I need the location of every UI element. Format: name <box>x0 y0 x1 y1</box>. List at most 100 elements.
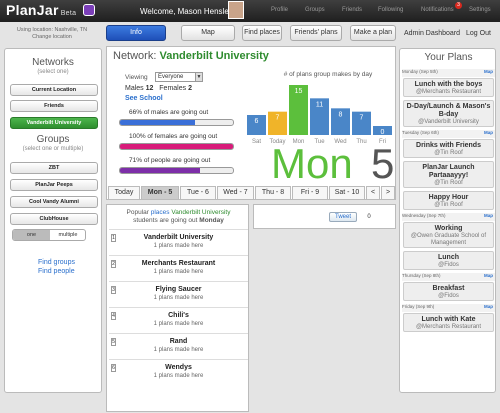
plans-list: Monday (Sep 5th) Map Lunch with the boys @M… <box>400 69 497 391</box>
your-plans-panel: Your Plans Monday (Sep 5th) Map Lunch with… <box>399 48 496 393</box>
tab-thu[interactable]: Thu - 8 <box>255 186 291 200</box>
list-item[interactable]: 3 Flying Saucer 1 plans made here <box>109 281 248 305</box>
chart-value-thu: 7 <box>360 115 364 122</box>
plan-day-map-link[interactable]: Map <box>484 304 493 309</box>
stat-males-bar <box>119 119 234 126</box>
network-friends[interactable]: Friends <box>10 100 98 112</box>
nav-profile[interactable]: Profile <box>271 7 288 13</box>
plan-day-map-link[interactable]: Map <box>484 273 493 278</box>
tab-fri[interactable]: Fri - 9 <box>292 186 328 200</box>
toggle-multiple-option[interactable]: multiple <box>50 230 85 240</box>
group-select-toggle[interactable]: one multiple <box>12 229 86 241</box>
plan-day-map-link[interactable]: Map <box>484 213 493 218</box>
plan-day-date: Wednesday (Sep 7th) <box>402 213 446 218</box>
tab-mon[interactable]: Mon - 5 <box>141 186 179 200</box>
group-cool-vandy-alumni[interactable]: Cool Vandy Alumni <box>10 196 98 208</box>
group-zbt[interactable]: ZBT <box>10 162 98 174</box>
plan-location: @Tin Roof <box>434 180 463 186</box>
plan-card[interactable]: D-Day/Launch & Mason's B-day @Vanderbilt … <box>403 100 494 127</box>
viewing-label: Viewing <box>125 74 148 81</box>
networks-title: Networks <box>32 57 74 68</box>
stat-people-bar <box>119 167 234 174</box>
places-link[interactable]: places <box>151 209 170 216</box>
plan-card[interactable]: Working @Owen Graduate School of Manageme… <box>403 222 494 248</box>
plan-day-map-link[interactable]: Map <box>484 130 493 135</box>
tab-wed[interactable]: Wed - 7 <box>217 186 254 200</box>
tweet-box: Tweet 0 <box>253 204 396 229</box>
plan-location: @Merchants Restaurant <box>415 324 482 330</box>
map-button[interactable]: Map <box>181 25 235 41</box>
tweet-button[interactable]: Tweet <box>329 212 357 222</box>
admin-dashboard-link[interactable]: Admin Dashboard <box>404 30 460 37</box>
see-school-link[interactable]: See School <box>125 95 163 102</box>
plan-location: @Tin Roof <box>434 150 463 156</box>
chevron-down-icon[interactable]: ▼ <box>195 73 202 81</box>
plan-title: Lunch with the boys <box>414 81 483 88</box>
logout-link[interactable]: Log Out <box>466 30 491 37</box>
tab-prev-arrow[interactable]: < <box>366 186 380 200</box>
place-name[interactable]: Flying Saucer <box>109 286 248 293</box>
chart-caption: # of plans group makes by day <box>283 71 373 78</box>
nav-groups[interactable]: Groups <box>305 7 325 13</box>
females-count: 2 <box>188 85 192 92</box>
chart-value-mon: 15 <box>295 88 303 95</box>
place-plan-count: 1 plans made here <box>153 373 204 379</box>
plan-card[interactable]: Drinks with Friends @Tin Roof <box>403 139 494 158</box>
place-name[interactable]: Chili's <box>109 312 248 319</box>
find-people-link[interactable]: Find people <box>38 268 75 275</box>
nav-notifications[interactable]: Notifications <box>421 7 454 13</box>
group-planjar-peeps[interactable]: PlanJar Peeps <box>10 179 98 191</box>
list-item[interactable]: 2 Merchants Restaurant 1 plans made here <box>109 255 248 279</box>
tab-sat[interactable]: Sat - 10 <box>329 186 365 200</box>
networks-subtitle: (select one) <box>37 69 69 75</box>
plan-card[interactable]: Breakfast @Fidos <box>403 282 494 301</box>
friends-plans-button[interactable]: Friends' plans <box>290 25 342 41</box>
place-name[interactable]: Wendys <box>109 364 248 371</box>
find-places-button[interactable]: Find places <box>242 25 282 41</box>
groups-title: Groups <box>36 134 70 145</box>
plan-title: Breakfast <box>432 285 465 292</box>
plan-day-date: Thursday (Sep 8th) <box>402 273 441 278</box>
plan-card[interactable]: Lunch @Fidos <box>403 251 494 270</box>
avatar[interactable] <box>228 1 244 19</box>
plan-day-date: Tuesday (Sep 6th) <box>402 130 439 135</box>
place-plan-count: 1 plans made here <box>153 243 204 249</box>
nav-friends[interactable]: Friends <box>342 7 362 13</box>
plan-day-map-link[interactable]: Map <box>484 69 493 74</box>
network-current-location[interactable]: Current Location <box>10 84 98 96</box>
group-clubhouse[interactable]: ClubHouse <box>10 213 98 225</box>
plan-title: Happy Hour <box>428 194 469 201</box>
plan-card[interactable]: Lunch with the boys @Merchants Restaurant <box>403 78 494 97</box>
tab-next-arrow[interactable]: > <box>381 186 395 200</box>
place-name[interactable]: Rand <box>109 338 248 345</box>
plan-card[interactable]: PlanJar Launch Partaaayyy! @Tin Roof <box>403 161 494 188</box>
make-plan-button[interactable]: Make a plan <box>350 25 396 41</box>
list-item[interactable]: 5 Rand 1 plans made here <box>109 333 248 357</box>
app-logo[interactable]: PlanJar Beta <box>6 2 76 18</box>
change-location-link[interactable]: Change location <box>6 34 98 41</box>
list-item[interactable]: 1 Vanderbilt University 1 plans made here <box>109 229 248 253</box>
place-name[interactable]: Merchants Restaurant <box>109 260 248 267</box>
plan-title: Lunch with Kate <box>421 316 476 323</box>
stat-males-fill <box>120 120 195 125</box>
popular-places-panel: Popular places Vanderbilt University stu… <box>106 204 249 412</box>
plan-card[interactable]: Lunch with Kate @Merchants Restaurant <box>403 313 494 332</box>
welcome-text: Welcome, Mason Hensley <box>140 7 233 16</box>
toggle-one-option[interactable]: one <box>13 230 50 240</box>
nav-settings[interactable]: Settings <box>469 7 491 13</box>
place-plan-count: 1 plans made here <box>153 321 204 327</box>
tab-tue[interactable]: Tue - 6 <box>180 186 216 200</box>
place-name[interactable]: Vanderbilt University <box>109 234 248 241</box>
find-groups-link[interactable]: Find groups <box>38 259 75 266</box>
list-item[interactable]: 6 Wendys 1 plans made here <box>109 359 248 383</box>
plans-by-day-chart: 6Sat7Today15Mon11Tue8Wed7Thu0Fri <box>247 85 392 145</box>
list-item[interactable]: 4 Chili's 1 plans made here <box>109 307 248 331</box>
network-panel: Network: Vanderbilt University Viewing E… <box>106 46 396 200</box>
network-vanderbilt[interactable]: Vanderbilt University <box>10 117 98 129</box>
plan-location: @Owen Graduate School of Management <box>410 233 487 246</box>
left-panel: Networks (select one) Current Location F… <box>4 48 102 393</box>
info-button[interactable]: Info <box>106 25 166 41</box>
nav-following[interactable]: Following <box>378 7 403 13</box>
plan-card[interactable]: Happy Hour @Tin Roof <box>403 191 494 210</box>
tab-today[interactable]: Today <box>108 186 140 200</box>
